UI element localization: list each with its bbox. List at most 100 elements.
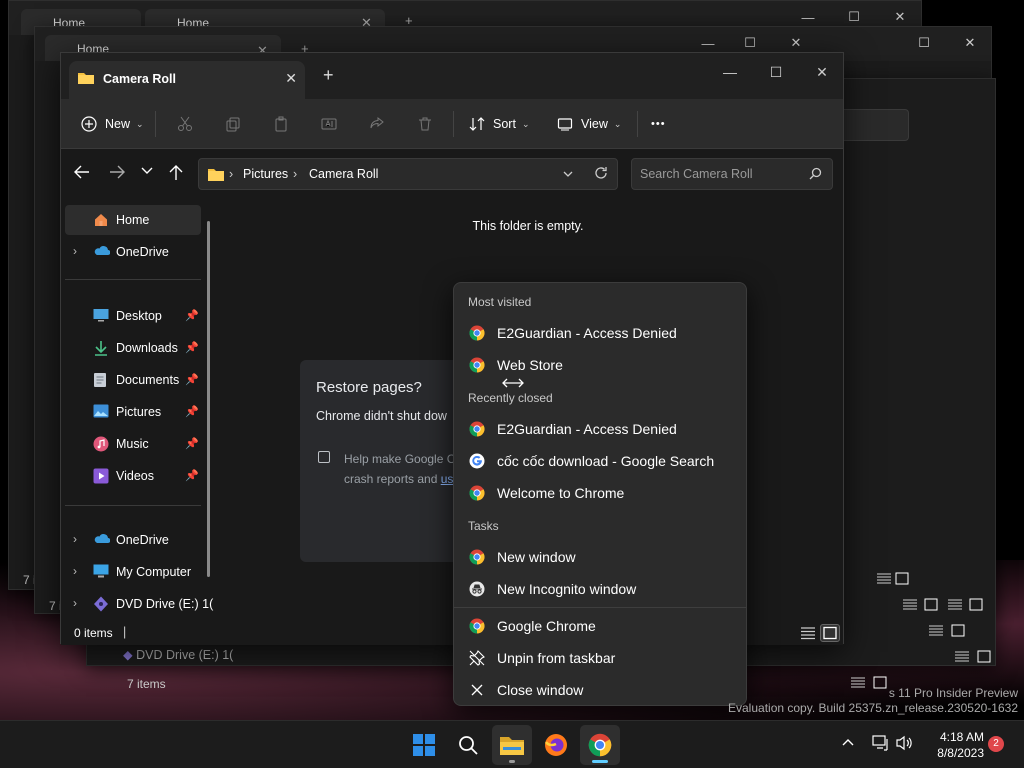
expand-chevron-icon[interactable]: › — [73, 564, 77, 578]
dvd-drive-icon — [93, 596, 109, 612]
pin-icon[interactable]: 📌 — [185, 373, 199, 386]
new-tab-icon[interactable]: + — [323, 65, 334, 86]
search-box[interactable]: Search Camera Roll — [631, 158, 833, 190]
close-icon[interactable]: ✕ — [947, 27, 993, 59]
new-button[interactable]: New ⌄ — [81, 108, 144, 140]
jump-item-task[interactable]: New window — [460, 541, 742, 573]
pin-icon[interactable]: 📌 — [185, 405, 199, 418]
nav-item-videos[interactable]: Videos 📌 — [65, 461, 201, 491]
close-icon[interactable]: ✕ — [799, 57, 845, 87]
windows-logo-icon — [413, 734, 435, 756]
details-view-toggle-icon[interactable] — [850, 676, 890, 690]
chrome-icon — [469, 357, 485, 373]
nav-item-downloads[interactable]: Downloads 📌 — [65, 333, 201, 363]
nav-item-pictures[interactable]: Pictures 📌 — [65, 397, 201, 427]
chrome-icon — [469, 618, 485, 634]
system-clock[interactable]: 4:18 AM 8/8/2023 — [922, 729, 984, 761]
view-button[interactable]: View ⌄ — [557, 108, 621, 140]
jump-item-close-window[interactable]: Close window — [460, 674, 742, 706]
start-button[interactable] — [404, 725, 444, 765]
details-view-toggle-icon[interactable] — [928, 624, 968, 638]
home-icon — [93, 212, 109, 228]
pin-icon[interactable]: 📌 — [185, 469, 199, 482]
expand-chevron-icon[interactable]: › — [73, 532, 77, 546]
refresh-icon[interactable] — [594, 166, 608, 180]
jump-item-task[interactable]: New Incognito window — [460, 573, 742, 605]
details-view-toggle-icon[interactable] — [954, 650, 994, 664]
nav-item-music[interactable]: Music 📌 — [65, 429, 201, 459]
crash-report-checkbox[interactable] — [318, 451, 330, 463]
windows-watermark-line2: Evaluation copy. Build 25375.zn_release.… — [728, 701, 1018, 715]
details-view-toggle-icon[interactable] — [902, 598, 986, 612]
plus-circle-icon — [81, 116, 97, 132]
nav-item-home[interactable]: Home — [65, 205, 201, 235]
chevron-down-icon: ⌄ — [521, 118, 530, 129]
close-tab-icon[interactable]: ✕ — [285, 70, 297, 87]
nav-item-onedrive-bottom[interactable]: › OneDrive — [65, 525, 201, 555]
nav-item-my-computer[interactable]: › My Computer — [65, 557, 201, 587]
jump-item-recently-closed[interactable]: Welcome to Chrome — [460, 477, 742, 509]
share-icon — [369, 116, 385, 132]
view-icon — [557, 116, 573, 132]
jump-item-unpin[interactable]: Unpin from taskbar — [460, 642, 742, 674]
rename-button[interactable] — [321, 108, 337, 140]
tiles-view-toggle-icon[interactable] — [820, 624, 840, 642]
status-divider: | — [123, 625, 127, 639]
recent-locations-chevron-icon[interactable] — [141, 167, 153, 175]
running-indicator — [592, 760, 608, 763]
jump-item-recently-closed[interactable]: cốc cốc download - Google Search — [460, 445, 742, 477]
search-button[interactable] — [448, 725, 488, 765]
jump-item-most-visited[interactable]: Web Store — [460, 349, 742, 381]
cut-button[interactable] — [177, 108, 193, 140]
minimize-icon[interactable]: — — [707, 57, 753, 87]
jump-item-open-app[interactable]: Google Chrome — [460, 610, 742, 642]
chevron-down-icon[interactable] — [563, 171, 573, 178]
nav-scrollbar[interactable] — [207, 221, 210, 577]
pin-icon[interactable]: 📌 — [185, 341, 199, 354]
details-view-toggle-icon[interactable] — [876, 572, 910, 586]
forward-arrow-icon[interactable] — [109, 165, 125, 179]
back-arrow-icon[interactable] — [74, 165, 90, 179]
share-button[interactable] — [369, 108, 385, 140]
breadcrumb-camera-roll[interactable]: Camera Roll — [309, 167, 378, 181]
details-view-toggle-icon[interactable] — [798, 624, 818, 642]
pin-icon[interactable]: 📌 — [185, 309, 199, 322]
maximize-icon[interactable]: ☐ — [753, 57, 799, 87]
expand-chevron-icon[interactable]: › — [73, 596, 77, 610]
network-icon[interactable] — [872, 735, 890, 751]
running-indicator — [509, 760, 515, 763]
maximize-icon[interactable]: ☐ — [901, 27, 947, 59]
copy-button[interactable] — [225, 108, 241, 140]
jump-item-recently-closed[interactable]: E2Guardian - Access Denied — [460, 413, 742, 445]
up-arrow-icon[interactable] — [169, 165, 183, 181]
taskbar-firefox[interactable] — [536, 725, 576, 765]
chevron-up-icon[interactable] — [842, 738, 854, 746]
taskbar-file-explorer[interactable] — [492, 725, 532, 765]
search-placeholder: Search Camera Roll — [640, 167, 753, 181]
notification-badge[interactable]: 2 — [988, 736, 1004, 752]
breadcrumb-pictures[interactable]: Pictures — [243, 167, 288, 181]
trash-icon — [417, 116, 433, 132]
address-bar[interactable]: › Pictures › Camera Roll — [198, 158, 618, 190]
pin-icon[interactable]: 📌 — [185, 437, 199, 450]
recently-closed-header: Recently closed — [468, 391, 553, 405]
more-options-button[interactable]: ••• — [651, 108, 666, 140]
background-dvd-item[interactable]: ◆ DVD Drive (E:) 1( — [123, 647, 233, 662]
chevron-down-icon: ⌄ — [613, 118, 622, 129]
expand-chevron-icon[interactable]: › — [73, 244, 77, 258]
nav-item-documents[interactable]: Documents 📌 — [65, 365, 201, 395]
resize-cursor-icon — [502, 378, 524, 388]
usage-link[interactable]: us — [441, 472, 454, 486]
nav-item-dvd-drive[interactable]: › DVD Drive (E:) 1( — [65, 589, 213, 619]
volume-icon[interactable] — [896, 735, 914, 751]
empty-folder-message: This folder is empty. — [472, 219, 584, 233]
sort-button[interactable]: Sort ⌄ — [469, 108, 529, 140]
taskbar-chrome[interactable] — [580, 725, 620, 765]
nav-item-desktop[interactable]: Desktop 📌 — [65, 301, 201, 331]
dialog-title: Restore pages? — [316, 379, 422, 396]
delete-button[interactable] — [417, 108, 433, 140]
nav-item-onedrive[interactable]: › OneDrive — [65, 237, 201, 267]
paste-button[interactable] — [273, 108, 289, 140]
jump-item-most-visited[interactable]: E2Guardian - Access Denied — [460, 317, 742, 349]
tab-camera-roll[interactable]: Camera Roll ✕ — [69, 61, 305, 99]
